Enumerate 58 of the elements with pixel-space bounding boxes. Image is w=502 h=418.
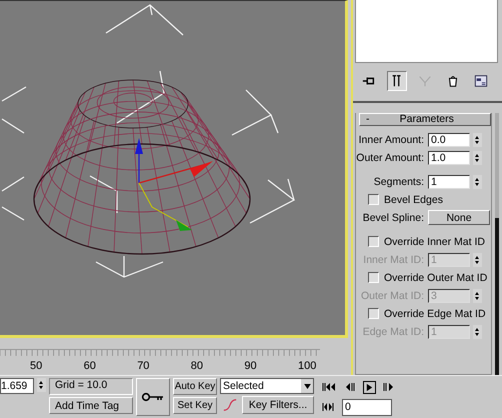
checkbox[interactable] <box>368 308 379 319</box>
spinner-arrows-icon[interactable] <box>473 150 482 164</box>
grid-size-readout: Grid = 10.0 <box>49 378 133 395</box>
number-field[interactable]: 1 <box>428 174 470 188</box>
number-field[interactable]: 1.0 <box>428 150 470 164</box>
viewport[interactable] <box>0 0 348 338</box>
field-label: Bevel Spline: <box>362 212 425 224</box>
frame-number: 100 <box>298 360 316 372</box>
checkbox-label: Override Edge Mat ID <box>384 308 486 320</box>
toolbar-button[interactable] <box>387 71 407 91</box>
checkbox[interactable] <box>368 272 379 283</box>
checkbox[interactable] <box>368 236 379 247</box>
field-label: Inner Mat ID: <box>362 254 425 266</box>
frame-number: 80 <box>190 360 204 372</box>
add-time-tag-button[interactable]: Add Time Tag <box>49 397 133 414</box>
field-label: Outer Mat ID: <box>360 290 425 302</box>
field-label: Outer Amount: <box>356 152 425 164</box>
key-button[interactable] <box>136 378 170 416</box>
go-to-start-icon[interactable] <box>321 382 337 392</box>
frame-field[interactable]: 0 <box>342 398 392 416</box>
coordinate-field[interactable]: 1.659 <box>0 378 34 394</box>
frame-number: 60 <box>84 360 96 372</box>
field-label: Segments: <box>372 176 425 188</box>
checkbox-label: Override Outer Mat ID <box>384 272 488 284</box>
frame-number: 50 <box>30 360 42 372</box>
checkbox-label: Override Inner Mat ID <box>384 236 485 248</box>
scroll-bar[interactable] <box>495 113 499 375</box>
spinner-arrows-icon[interactable] <box>37 378 46 392</box>
rollout-header[interactable]: - Parameters <box>359 113 491 126</box>
auto-key-button[interactable]: Auto Key <box>173 378 217 395</box>
key-icon <box>141 392 165 402</box>
key-mode-toggle-icon[interactable] <box>321 402 335 412</box>
spinner-arrows-icon[interactable] <box>473 252 482 266</box>
spinner-arrows-icon[interactable] <box>473 288 482 302</box>
dropdown-arrow-button[interactable] <box>301 379 313 393</box>
number-field[interactable]: 0.0 <box>428 132 470 146</box>
spinner-arrows-icon[interactable] <box>473 132 482 146</box>
bin-icon <box>446 74 460 88</box>
axis-gizmo-drawing[interactable] <box>135 138 213 231</box>
set-key-button[interactable]: Set Key <box>173 397 217 414</box>
caret-icon <box>304 384 310 388</box>
configure-icon <box>474 74 488 88</box>
curve-icon <box>223 398 237 412</box>
field-label: Inner Amount: <box>358 134 425 146</box>
field-label: Edge Mat ID: <box>362 326 425 338</box>
checkbox[interactable] <box>368 194 379 205</box>
modifier-stack-list[interactable] <box>355 0 498 63</box>
spinner-arrows-icon[interactable] <box>473 324 482 338</box>
key-filters-button[interactable]: Key Filters... <box>242 396 314 414</box>
play-icon[interactable] <box>363 380 376 394</box>
fork-icon <box>418 74 432 88</box>
key-mode-dropdown[interactable]: Selected <box>220 378 314 394</box>
checkbox-label: Bevel Edges <box>384 194 443 206</box>
frame-number: 70 <box>137 360 150 372</box>
cone-wireframe-drawing[interactable] <box>33 80 251 255</box>
frame-number: 90 <box>244 360 257 372</box>
spinner-arrows-icon[interactable] <box>473 174 482 188</box>
pick-button[interactable]: None <box>428 210 490 225</box>
